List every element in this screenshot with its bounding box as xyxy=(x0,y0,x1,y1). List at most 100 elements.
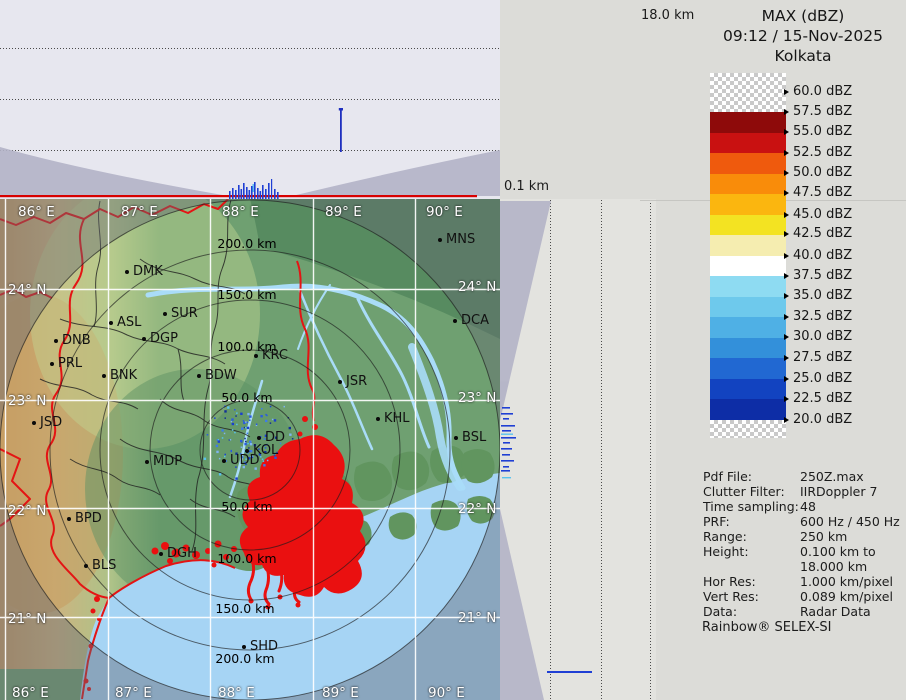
metadata-value: 250 km xyxy=(800,529,847,544)
range-ring-label: 150.0 km xyxy=(217,287,276,302)
legend-level-row: 32.5 dBZ xyxy=(784,309,852,324)
longitude-label-bottom: 88° E xyxy=(218,685,255,700)
legend-level-label: 50.0 dBZ xyxy=(793,165,852,180)
range-ring-label: 50.0 km xyxy=(221,390,272,405)
metadata-value: IIRDoppler 7 xyxy=(800,484,877,499)
city-label-dnb: DNB xyxy=(62,333,91,348)
longitude-label-bottom: 87° E xyxy=(115,685,152,700)
city-marker-dot xyxy=(245,449,249,453)
city-label-dmk: DMK xyxy=(133,264,163,279)
city-marker-dot xyxy=(257,436,261,440)
legend-level-row: 52.5 dBZ xyxy=(784,145,852,160)
city-label-khl: KHL xyxy=(384,411,410,426)
legend-band-3 xyxy=(710,174,786,195)
legend-level-label: 30.0 dBZ xyxy=(793,329,852,344)
legend-level-row: 45.0 dBZ xyxy=(784,207,852,222)
legend-band-9 xyxy=(710,297,786,318)
legend-level-label: 35.0 dBZ xyxy=(793,288,852,303)
city-label-mdp: MDP xyxy=(153,454,182,469)
cross-section-top-panel xyxy=(0,0,500,199)
city-marker-dot xyxy=(222,459,226,463)
city-marker-dot xyxy=(338,380,342,384)
legend-tick-arrow-icon xyxy=(784,396,789,402)
metadata-label: Clutter Filter: xyxy=(703,484,785,499)
legend-tick-arrow-icon xyxy=(784,212,789,218)
city-marker-dot xyxy=(376,417,380,421)
product-datetime: 09:12 / 15-Nov-2025 xyxy=(700,26,906,46)
range-ring-label: 200.0 km xyxy=(217,236,276,251)
latitude-label-right: 24° N xyxy=(458,279,496,295)
legend-tick-arrow-icon xyxy=(784,89,789,95)
metadata-label: Height: xyxy=(703,544,749,559)
city-label-dgp: DGP xyxy=(150,331,178,346)
map-label-layer: DMKSURDNBASLDGPKRCPRLBNKBDWJSDMDPUDDDDKO… xyxy=(0,199,500,700)
legend-tick-arrow-icon xyxy=(784,190,789,196)
legend-tick-arrow-icon xyxy=(784,150,789,156)
legend-band-8 xyxy=(710,276,786,297)
city-label-jsr: JSR xyxy=(346,374,367,389)
legend-level-label: 22.5 dBZ xyxy=(793,391,852,406)
legend-level-row: 25.0 dBZ xyxy=(784,371,852,386)
cross-section-side-graphics xyxy=(500,199,656,700)
city-marker-dot xyxy=(32,421,36,425)
legend-level-label: 40.0 dBZ xyxy=(793,248,852,263)
legend-band-7 xyxy=(710,256,786,277)
metadata-value: Radar Data xyxy=(800,604,871,619)
legend-band-6 xyxy=(710,235,786,256)
legend-band-5 xyxy=(710,215,786,236)
echo-side-spikes xyxy=(501,407,516,478)
longitude-label-bottom: 90° E xyxy=(428,685,465,700)
city-label-bdw: BDW xyxy=(205,368,237,383)
legend-tick-arrow-icon xyxy=(784,293,789,299)
latitude-label-left: 24° N xyxy=(8,282,46,298)
longitude-label-top: 89° E xyxy=(325,204,362,220)
city-marker-dot xyxy=(102,374,106,378)
legend-level-row: 42.5 dBZ xyxy=(784,226,852,241)
legend-band-12 xyxy=(710,358,786,379)
legend-level-row: 35.0 dBZ xyxy=(784,288,852,303)
legend-level-label: 55.0 dBZ xyxy=(793,124,852,139)
legend-level-row: 60.0 dBZ xyxy=(784,84,852,99)
city-label-mns: MNS xyxy=(446,232,475,247)
legend-band-0 xyxy=(710,112,786,133)
city-marker-dot xyxy=(242,645,246,649)
city-label-sur: SUR xyxy=(171,306,198,321)
legend-tick-arrow-icon xyxy=(784,273,789,279)
legend-tick-arrow-icon xyxy=(784,417,789,423)
legend-band-above-max xyxy=(710,73,786,112)
legend-level-row: 27.5 dBZ xyxy=(784,350,852,365)
city-label-bsl: BSL xyxy=(462,430,486,445)
height-axis-min-label: 0.1 km xyxy=(504,179,549,194)
city-marker-dot xyxy=(438,238,442,242)
legend-band-11 xyxy=(710,338,786,359)
legend-level-label: 20.0 dBZ xyxy=(793,412,852,427)
legend-band-1 xyxy=(710,133,786,154)
city-label-dgh: DGH xyxy=(167,546,197,561)
metadata-value: 0.100 km to xyxy=(800,544,876,559)
range-ring-label: 200.0 km xyxy=(215,651,274,666)
height-gridlines-vertical xyxy=(551,200,651,700)
legend-tick-arrow-icon xyxy=(784,355,789,361)
legend-tick-arrow-icon xyxy=(784,231,789,237)
city-label-asl: ASL xyxy=(117,315,141,330)
product-station: Kolkata xyxy=(700,46,906,66)
city-marker-dot xyxy=(84,564,88,568)
city-marker-dot xyxy=(145,460,149,464)
legend-level-row: 30.0 dBZ xyxy=(784,329,852,344)
legend-band-4 xyxy=(710,194,786,215)
city-label-bpd: BPD xyxy=(75,511,102,526)
legend-level-row: 57.5 dBZ xyxy=(784,104,852,119)
legend-tick-arrow-icon xyxy=(784,109,789,115)
metadata-label: PRF: xyxy=(703,514,730,529)
radar-product-window: 18.0 km 0.1 km xyxy=(0,0,906,700)
city-marker-dot xyxy=(54,339,58,343)
cross-section-side-panel xyxy=(500,199,656,700)
range-ring-label: 100.0 km xyxy=(217,551,276,566)
longitude-label-bottom: 89° E xyxy=(322,685,359,700)
city-label-dca: DCA xyxy=(461,313,489,328)
longitude-label-top: 90° E xyxy=(426,204,463,220)
longitude-label-top: 88° E xyxy=(222,204,259,220)
city-label-kol: KOL xyxy=(253,443,278,458)
city-marker-dot xyxy=(109,321,113,325)
longitude-label-top: 87° E xyxy=(121,204,158,220)
